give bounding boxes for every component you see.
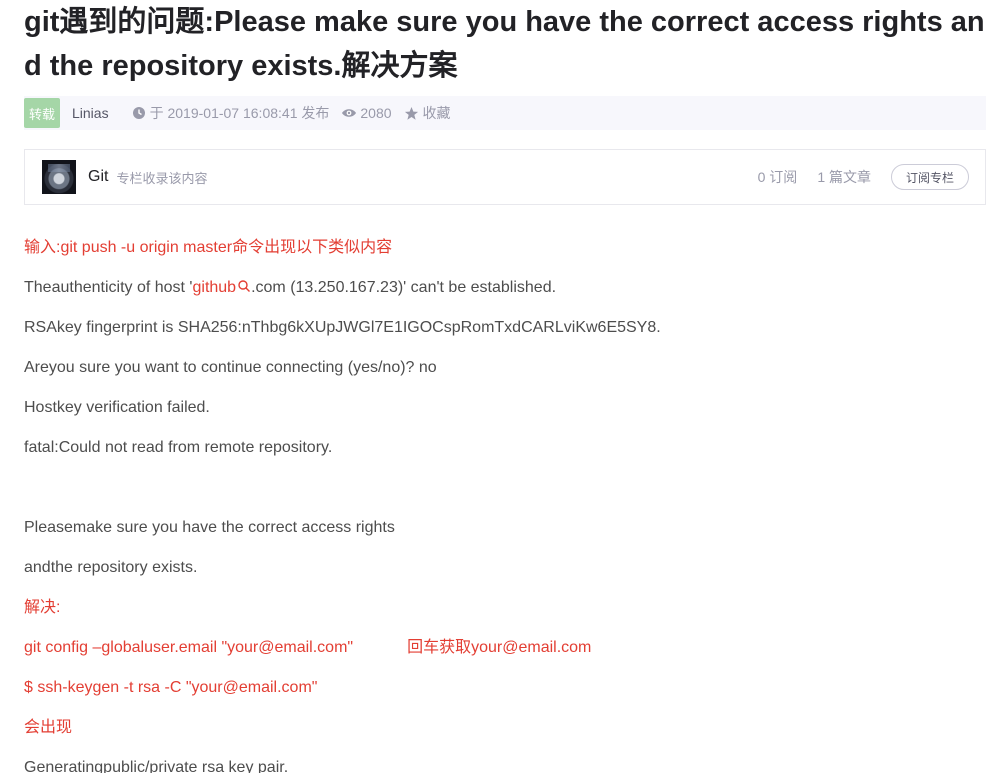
column-card: Git 专栏收录该内容 0 订阅 1 篇文章 订阅专栏: [24, 149, 986, 205]
content-line: 输入:git push -u origin master命令出现以下类似内容: [24, 239, 393, 256]
view-count: 2080: [341, 105, 392, 121]
github-link[interactable]: github: [192, 279, 251, 296]
author-link[interactable]: Linias: [72, 105, 109, 121]
column-avatar[interactable]: [42, 160, 76, 194]
subscribe-column-button[interactable]: 订阅专栏: [891, 164, 969, 190]
content-text: Theauthenticity of host ': [24, 279, 193, 296]
article-meta-bar: 转载 Linias 于 2019-01-07 16:08:41 发布 2080 …: [24, 96, 986, 130]
article-page: git遇到的问题:Please make sure you have the c…: [0, 0, 997, 773]
content-text: 回车获取your@email.com: [407, 639, 592, 656]
content-line: Generatingpublic/private rsa key pair.: [24, 759, 289, 773]
content-line: Theauthenticity of host 'github .com (13.…: [24, 276, 984, 316]
publish-time-text: 于 2019-01-07 16:08:41 发布: [149, 105, 330, 121]
content-line: Pleasemake sure you have the correct acc…: [24, 519, 395, 536]
content-text: .com (13.250.167.23)' can't be establish…: [251, 279, 557, 296]
search-icon: [237, 277, 251, 292]
star-icon: [404, 105, 420, 121]
content-line: 会出现: [24, 719, 73, 736]
article-content: 输入:git push -u origin master命令出现以下类似内容 T…: [24, 236, 984, 773]
content-line: git config –globaluser.email "your@email…: [24, 636, 984, 676]
content-line: $ ssh-keygen -t rsa -C "your@email.com": [24, 679, 318, 696]
reprint-badge: 转载: [24, 98, 60, 128]
favorite-button[interactable]: 收藏: [404, 103, 451, 123]
publish-time: 于 2019-01-07 16:08:41 发布: [131, 103, 330, 123]
favorite-label: 收藏: [422, 105, 451, 121]
github-link-text: github: [192, 279, 237, 296]
column-name[interactable]: Git: [88, 168, 108, 186]
column-description: 专栏收录该内容: [116, 170, 208, 186]
column-subscriptions: 0 订阅: [757, 169, 798, 185]
content-line: Areyou sure you want to continue connect…: [24, 359, 437, 376]
column-article-count: 1 篇文章: [817, 169, 871, 185]
content-line: RSAkey fingerprint is SHA256:nThbg6kXUpJ…: [24, 319, 661, 336]
content-text: git config –globaluser.email "your@email…: [24, 639, 354, 656]
article-title: git遇到的问题:Please make sure you have the c…: [24, 6, 985, 82]
eye-icon: [341, 105, 357, 121]
content-line: Hostkey verification failed.: [24, 399, 210, 416]
view-count-text: 2080: [360, 105, 392, 121]
content-line: andthe repository exists.: [24, 559, 198, 576]
content-line: fatal:Could not read from remote reposit…: [24, 439, 333, 456]
clock-icon: [131, 105, 147, 121]
column-stats: 0 订阅 1 篇文章: [758, 167, 891, 187]
content-line: 解决:: [24, 599, 61, 616]
